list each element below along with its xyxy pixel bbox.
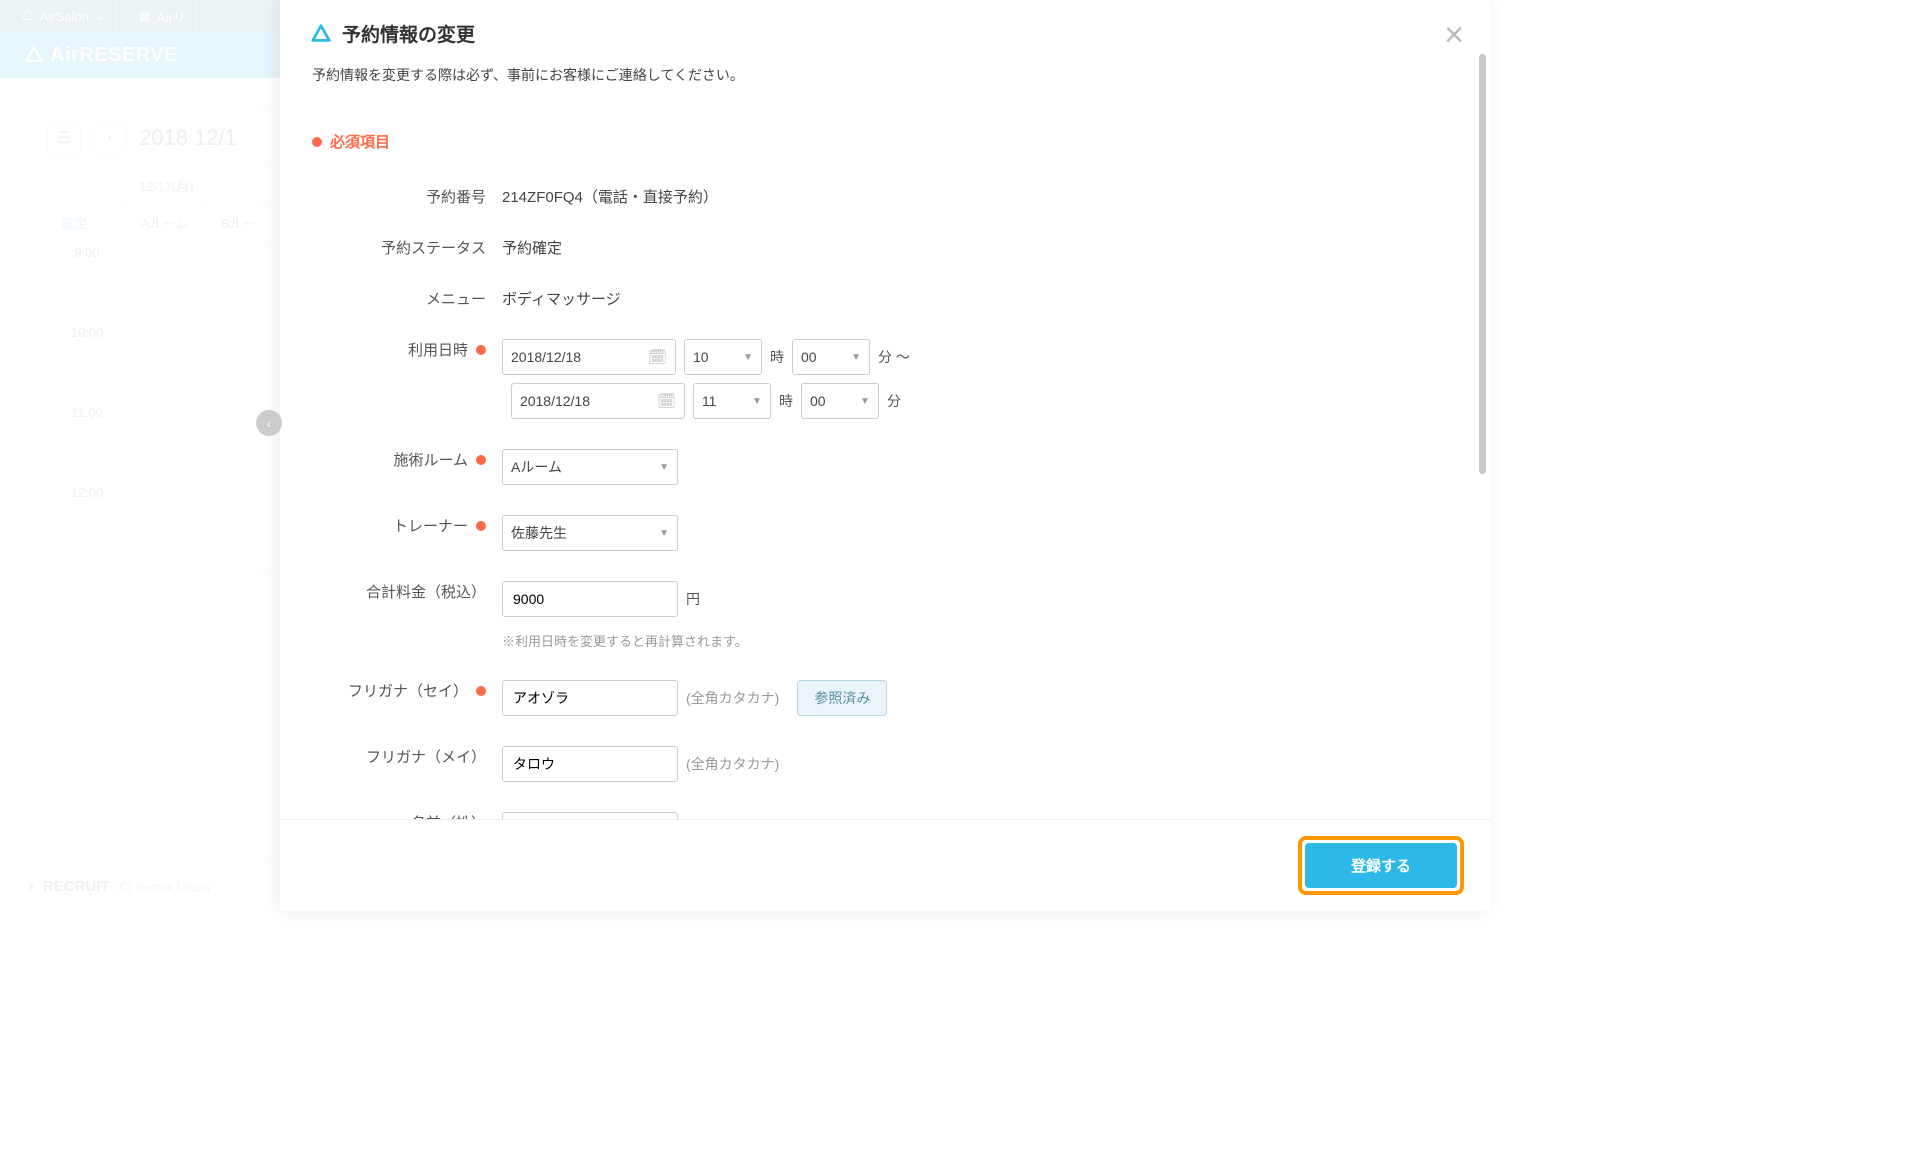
row-furi-mei: フリガナ（メイ） (全角カタカナ) xyxy=(312,728,1458,794)
required-legend: 必須項目 xyxy=(312,131,1458,152)
chevron-down-icon: ▼ xyxy=(743,352,753,363)
unit-hour: 時 xyxy=(770,347,784,367)
unit-hour: 時 xyxy=(779,391,793,411)
modal-header: 予約情報の変更 xyxy=(280,0,1490,57)
value-status: 予約確定 xyxy=(502,231,562,258)
chevron-down-icon: ▼ xyxy=(860,396,870,407)
required-dot-icon xyxy=(476,686,486,696)
price-input[interactable] xyxy=(502,581,678,617)
submit-highlight: 登録する xyxy=(1298,836,1464,895)
hint-katakana: (全角カタカナ) xyxy=(686,688,779,708)
required-dot-icon xyxy=(476,455,486,465)
required-dot-icon xyxy=(476,521,486,531)
row-trainer: トレーナー 佐藤先生▼ xyxy=(312,497,1458,563)
collapse-modal-button[interactable]: ‹ xyxy=(256,410,282,436)
unit-yen: 円 xyxy=(686,589,700,609)
row-menu: メニュー ボディマッサージ xyxy=(312,270,1458,321)
hint-katakana: (全角カタカナ) xyxy=(686,754,779,774)
row-price: 合計料金（税込） 円 ※利用日時を変更すると再計算されます。 xyxy=(312,563,1458,662)
label-furi-sei: フリガナ（セイ） xyxy=(312,674,502,701)
start-date-input[interactable]: 2018/12/18 🗓 xyxy=(502,339,676,375)
value-number: 214ZF0FQ4（電話・直接予約） xyxy=(502,180,718,207)
unit-min: 分 xyxy=(887,391,901,411)
required-legend-text: 必須項目 xyxy=(330,131,390,152)
scrollbar-thumb[interactable] xyxy=(1479,54,1486,474)
chevron-down-icon: ▼ xyxy=(659,528,669,539)
row-room: 施術ルーム Aルーム▼ xyxy=(312,431,1458,497)
room-select[interactable]: Aルーム▼ xyxy=(502,449,678,485)
modal-title: 予約情報の変更 xyxy=(342,20,475,47)
label-furi-mei: フリガナ（メイ） xyxy=(312,740,502,767)
furi-sei-input[interactable] xyxy=(502,680,678,716)
label-status: 予約ステータス xyxy=(312,231,502,258)
price-hint: ※利用日時を変更すると再計算されます。 xyxy=(502,631,748,650)
end-min-select[interactable]: 00▼ xyxy=(801,383,879,419)
label-trainer: トレーナー xyxy=(312,509,502,536)
required-dot-icon xyxy=(312,137,322,147)
label-room: 施術ルーム xyxy=(312,443,502,470)
triangle-icon xyxy=(310,23,332,45)
value-menu: ボディマッサージ xyxy=(502,282,621,309)
modal-footer: 登録する xyxy=(280,819,1490,911)
start-min-select[interactable]: 00▼ xyxy=(792,339,870,375)
calendar-icon: 🗓 xyxy=(657,392,676,410)
chevron-down-icon: ▼ xyxy=(659,462,669,473)
row-name-sei: 名前（姓） (全角) xyxy=(312,794,1458,819)
row-furi-sei: フリガナ（セイ） (全角カタカナ) 参照済み xyxy=(312,662,1458,728)
submit-button[interactable]: 登録する xyxy=(1305,843,1457,888)
end-date-input[interactable]: 2018/12/18 🗓 xyxy=(511,383,685,419)
start-hour-select[interactable]: 10▼ xyxy=(684,339,762,375)
chevron-down-icon: ▼ xyxy=(851,352,861,363)
close-icon[interactable]: × xyxy=(1444,18,1464,52)
modal-body: 必須項目 予約番号 214ZF0FQ4（電話・直接予約） 予約ステータス 予約確… xyxy=(280,85,1490,819)
required-dot-icon xyxy=(476,345,486,355)
row-number: 予約番号 214ZF0FQ4（電話・直接予約） xyxy=(312,168,1458,219)
unit-range: 分 〜 xyxy=(878,347,910,367)
name-sei-input[interactable] xyxy=(502,812,678,819)
label-number: 予約番号 xyxy=(312,180,502,207)
chevron-down-icon: ▼ xyxy=(752,396,762,407)
end-hour-select[interactable]: 11▼ xyxy=(693,383,771,419)
modal-subtitle: 予約情報を変更する際は必ず、事前にお客様にご連絡してください。 xyxy=(280,57,1490,85)
row-status: 予約ステータス 予約確定 xyxy=(312,219,1458,270)
reference-button[interactable]: 参照済み xyxy=(797,680,887,716)
edit-reservation-modal: × 予約情報の変更 予約情報を変更する際は必ず、事前にお客様にご連絡してください… xyxy=(280,0,1490,911)
trainer-select[interactable]: 佐藤先生▼ xyxy=(502,515,678,551)
label-datetime: 利用日時 xyxy=(312,333,502,360)
furi-mei-input[interactable] xyxy=(502,746,678,782)
row-datetime: 利用日時 2018/12/18 🗓 10▼ 時 00▼ 分 〜 2018/12/… xyxy=(312,321,1458,431)
calendar-icon: 🗓 xyxy=(648,348,667,366)
label-price: 合計料金（税込） xyxy=(312,575,502,602)
label-menu: メニュー xyxy=(312,282,502,309)
label-name-sei: 名前（姓） xyxy=(312,806,502,819)
